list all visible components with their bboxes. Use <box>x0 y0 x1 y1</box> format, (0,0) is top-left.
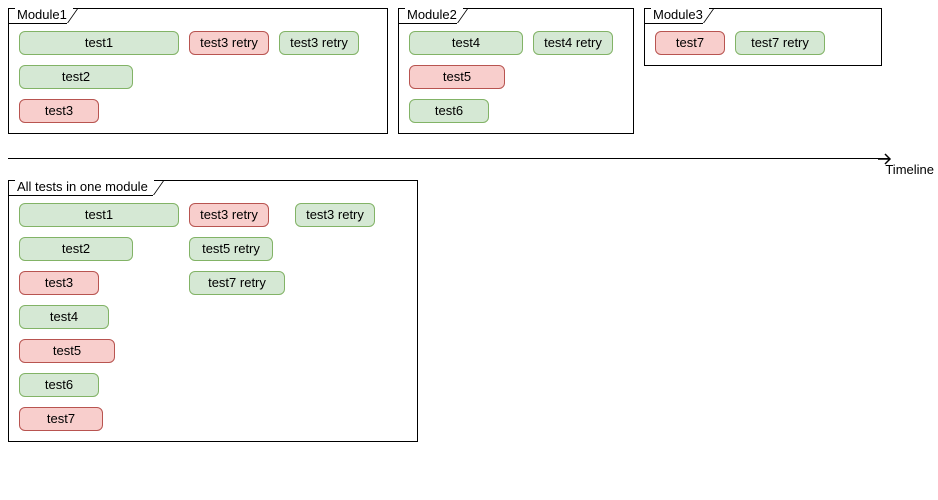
module2-col2: test4 retry <box>533 31 613 55</box>
test-box: test4 retry <box>533 31 613 55</box>
test-box: test5 retry <box>189 237 273 261</box>
module3-col1: test7 <box>655 31 725 55</box>
test-box: test7 retry <box>189 271 285 295</box>
module3-col2: test7 retry <box>735 31 825 55</box>
module1-col3: test3 retry <box>279 31 359 55</box>
module2-col1: test4 test5 test6 <box>409 31 523 123</box>
test-box: test4 <box>19 305 109 329</box>
module1-col1: test1 test2 test3 <box>19 31 179 123</box>
test-box: test7 retry <box>735 31 825 55</box>
test-box: test3 retry <box>189 31 269 55</box>
module2-box: Module2 test4 test5 test6 test4 retry <box>398 8 634 134</box>
combined-col2: test3 retry test5 retry test7 retry <box>189 203 285 295</box>
test-box: test3 <box>19 271 99 295</box>
test-box: test7 <box>19 407 103 431</box>
test-box: test4 <box>409 31 523 55</box>
test-box: test3 <box>19 99 99 123</box>
test-box: test2 <box>19 65 133 89</box>
test-box: test3 retry <box>189 203 269 227</box>
timeline-label: Timeline <box>885 162 934 177</box>
module1-box: Module1 test1 test2 test3 test3 retry te… <box>8 8 388 134</box>
module2-title: Module2 <box>405 7 463 22</box>
module1-col2: test3 retry <box>189 31 269 55</box>
test-box: test5 <box>409 65 505 89</box>
modules-row: Module1 test1 test2 test3 test3 retry te… <box>8 8 930 134</box>
test-box: test1 <box>19 31 179 55</box>
test-box: test2 <box>19 237 133 261</box>
module1-title: Module1 <box>15 7 73 22</box>
module3-title: Module3 <box>651 7 709 22</box>
test-box: test1 <box>19 203 179 227</box>
module3-box: Module3 test7 test7 retry <box>644 8 882 66</box>
combined-row: All tests in one module test1 test2 test… <box>8 180 930 442</box>
test-box: test3 retry <box>295 203 375 227</box>
test-box: test3 retry <box>279 31 359 55</box>
combined-box: All tests in one module test1 test2 test… <box>8 180 418 442</box>
timeline: Timeline <box>8 146 928 176</box>
combined-col3: test3 retry <box>295 203 375 227</box>
test-box: test5 <box>19 339 115 363</box>
test-box: test7 <box>655 31 725 55</box>
test-box: test6 <box>19 373 99 397</box>
timeline-line <box>8 158 888 159</box>
combined-title: All tests in one module <box>15 179 154 194</box>
test-box: test6 <box>409 99 489 123</box>
combined-col1: test1 test2 test3 test4 test5 test6 test… <box>19 203 179 431</box>
